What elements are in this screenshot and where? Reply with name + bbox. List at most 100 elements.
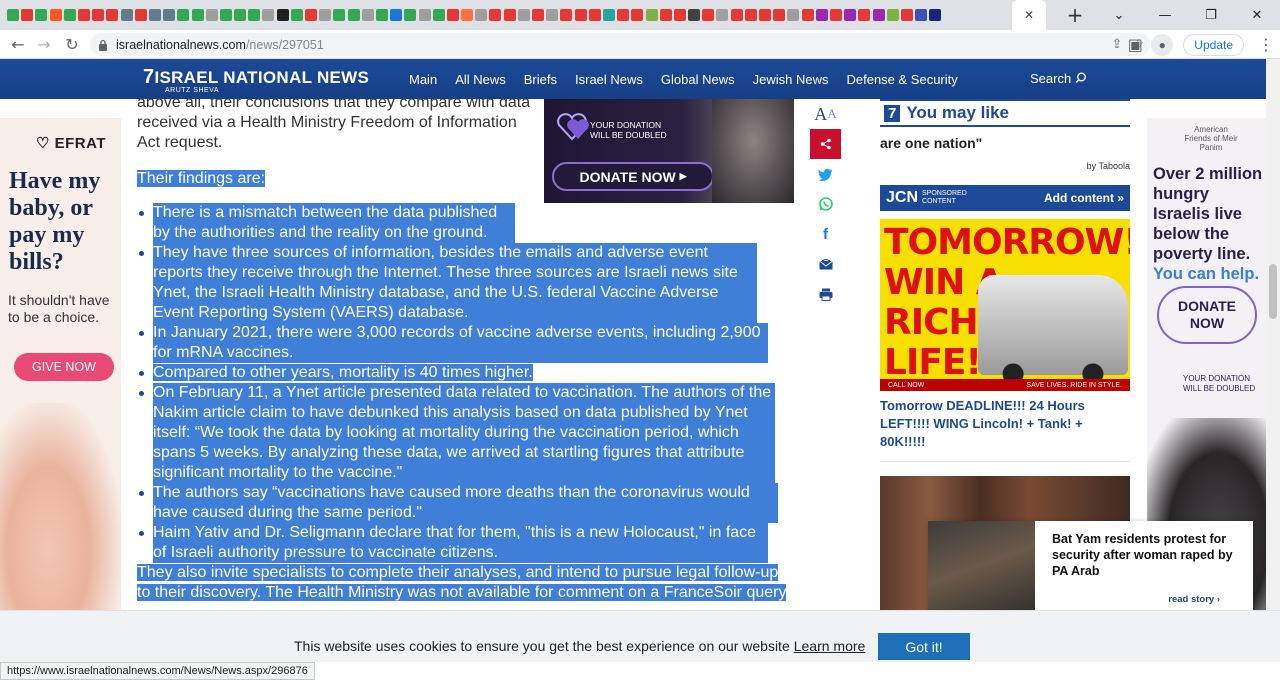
- tab-search-icon[interactable]: ⌄: [1096, 0, 1142, 30]
- browser-tab[interactable]: [6, 0, 20, 30]
- browser-tab[interactable]: [63, 0, 77, 30]
- minimize-icon[interactable]: —: [1142, 0, 1188, 30]
- browser-tab[interactable]: [318, 0, 332, 30]
- browser-tab[interactable]: [857, 0, 871, 30]
- nav-global-news[interactable]: Global News: [661, 72, 735, 87]
- browser-tab[interactable]: [162, 0, 176, 30]
- browser-tab[interactable]: [815, 0, 829, 30]
- vertical-scrollbar[interactable]: [1266, 59, 1280, 610]
- browser-tab[interactable]: [432, 0, 446, 30]
- browser-tab[interactable]: [616, 0, 630, 30]
- add-content-link[interactable]: Add content »: [1044, 191, 1124, 205]
- browser-tab[interactable]: [900, 0, 914, 30]
- nav-defense-security[interactable]: Defense & Security: [846, 72, 957, 87]
- browser-tab[interactable]: [20, 0, 34, 30]
- recommended-title[interactable]: are one nation": [880, 135, 1130, 151]
- print-icon[interactable]: [810, 279, 841, 309]
- text-size-button[interactable]: AA: [810, 99, 841, 129]
- tomorrow-ad-link[interactable]: Tomorrow DEADLINE!!! 24 Hours LEFT!!!! W…: [880, 397, 1130, 462]
- donate-now-button[interactable]: DONATE NOW ▶: [552, 162, 714, 191]
- browser-tab[interactable]: [219, 0, 233, 30]
- browser-tab[interactable]: [446, 0, 460, 30]
- left-ad-efrat[interactable]: ♡ EFRAT Have my baby, or pay my bills? I…: [0, 118, 121, 610]
- browser-tab[interactable]: [176, 0, 190, 30]
- browser-tab[interactable]: [531, 0, 545, 30]
- whatsapp-icon[interactable]: [810, 189, 841, 219]
- nav-briefs[interactable]: Briefs: [524, 72, 557, 87]
- read-story-link[interactable]: read story ›: [1168, 594, 1220, 605]
- browser-tab[interactable]: [687, 0, 701, 30]
- browser-tab[interactable]: [49, 0, 63, 30]
- browser-tab[interactable]: [715, 0, 729, 30]
- browser-tab[interactable]: [332, 0, 346, 30]
- browser-tab[interactable]: [205, 0, 219, 30]
- browser-tab[interactable]: [91, 0, 105, 30]
- nav-main[interactable]: Main: [409, 72, 437, 87]
- story-popup[interactable]: Bat Yam residents protest for security a…: [928, 521, 1253, 623]
- browser-tab[interactable]: [744, 0, 758, 30]
- browser-tab[interactable]: [701, 0, 715, 30]
- browser-tab[interactable]: [928, 0, 942, 30]
- browser-tab[interactable]: [488, 0, 502, 30]
- site-logo[interactable]: 7ISRAEL NATIONAL NEWS ARUTZ SHEVA: [143, 66, 369, 94]
- address-bar[interactable]: israelnationalnews.com/news/297051 ⇪ ☆: [90, 33, 1150, 56]
- browser-tab[interactable]: [361, 0, 375, 30]
- browser-tab[interactable]: [105, 0, 119, 30]
- donation-ad[interactable]: YOUR DONATION WILL BE DOUBLED DONATE NOW…: [544, 99, 794, 203]
- story-title[interactable]: Bat Yam residents protest for security a…: [1052, 531, 1239, 579]
- facebook-icon[interactable]: f: [810, 219, 841, 249]
- browser-tab[interactable]: [786, 0, 800, 30]
- browser-tab[interactable]: [247, 0, 261, 30]
- nav-search[interactable]: Search: [1030, 71, 1087, 86]
- browser-tab[interactable]: [276, 0, 290, 30]
- browser-tab[interactable]: [602, 0, 616, 30]
- browser-tab[interactable]: [304, 0, 318, 30]
- browser-tab[interactable]: [644, 0, 658, 30]
- twitter-icon[interactable]: [810, 159, 841, 189]
- browser-tab[interactable]: [503, 0, 517, 30]
- browser-tab[interactable]: [261, 0, 275, 30]
- browser-tab[interactable]: [34, 0, 48, 30]
- back-icon[interactable]: ←: [4, 30, 32, 58]
- browser-tab[interactable]: [630, 0, 644, 30]
- right-donate-now-button[interactable]: DONATE NOW: [1157, 286, 1257, 344]
- close-window-icon[interactable]: ✕: [1234, 0, 1280, 30]
- browser-tab[interactable]: [545, 0, 559, 30]
- browser-tab[interactable]: [730, 0, 744, 30]
- forward-icon[interactable]: →: [30, 30, 58, 58]
- active-tab[interactable]: ✕: [1012, 0, 1046, 30]
- browser-tab[interactable]: [417, 0, 431, 30]
- browser-tab[interactable]: [758, 0, 772, 30]
- browser-tab[interactable]: [886, 0, 900, 30]
- reload-icon[interactable]: ↻: [58, 30, 86, 58]
- browser-tab[interactable]: [134, 0, 148, 30]
- nav-jewish-news[interactable]: Jewish News: [753, 72, 829, 87]
- new-tab-button[interactable]: +: [1060, 0, 1090, 30]
- browser-tab[interactable]: [233, 0, 247, 30]
- browser-tab[interactable]: [574, 0, 588, 30]
- maximize-icon[interactable]: ❐: [1188, 0, 1234, 30]
- browser-tab[interactable]: [829, 0, 843, 30]
- browser-tab[interactable]: [871, 0, 885, 30]
- menu-dots-icon[interactable]: ⋮: [1252, 31, 1280, 59]
- browser-tab[interactable]: [460, 0, 474, 30]
- browser-tab[interactable]: [659, 0, 673, 30]
- taboola-credit[interactable]: by Taboola: [880, 161, 1130, 171]
- browser-tab[interactable]: [474, 0, 488, 30]
- learn-more-link[interactable]: Learn more: [794, 638, 866, 654]
- browser-tab[interactable]: [347, 0, 361, 30]
- profile-avatar[interactable]: ●: [1151, 33, 1174, 56]
- close-tab-icon[interactable]: ✕: [1024, 8, 1034, 22]
- browser-tab[interactable]: [517, 0, 531, 30]
- browser-tab[interactable]: [190, 0, 204, 30]
- share-icon[interactable]: [810, 129, 841, 159]
- browser-tab[interactable]: [843, 0, 857, 30]
- browser-tab[interactable]: [588, 0, 602, 30]
- browser-tab[interactable]: [772, 0, 786, 30]
- scrollbar-thumb[interactable]: [1269, 264, 1277, 319]
- tomorrow-ad-image[interactable]: TOMORROW! WIN A RICH LIFE! CALL NOW SAVE …: [880, 219, 1130, 391]
- side-panel-icon[interactable]: ▣: [1121, 31, 1149, 59]
- nav-all-news[interactable]: All News: [455, 72, 506, 87]
- browser-tab[interactable]: [148, 0, 162, 30]
- browser-tab[interactable]: [801, 0, 815, 30]
